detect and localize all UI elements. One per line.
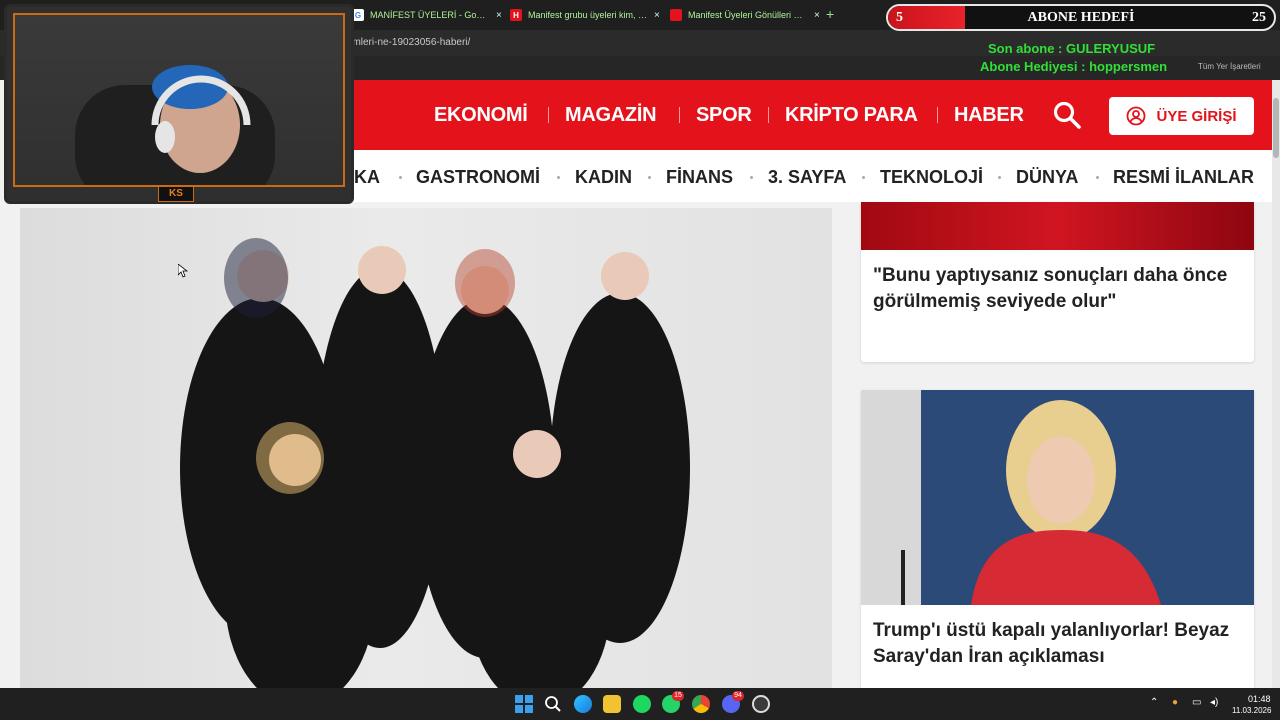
microphone-icon[interactable]: ● (1172, 697, 1178, 708)
webcam-feed (13, 13, 345, 201)
nav-dot-separator (862, 176, 865, 179)
group-photo-placeholder (180, 238, 690, 688)
user-icon (1127, 106, 1146, 126)
news-card-image[interactable] (861, 390, 1254, 605)
close-tab-icon[interactable]: × (654, 10, 660, 21)
new-tab-button[interactable]: + (826, 6, 834, 22)
news-card[interactable]: Trump'ı üstü kapalı yalanlıyorlar! Beyaz… (861, 390, 1254, 690)
nav-separator (768, 107, 769, 123)
whatsapp-badge: 15 (672, 691, 684, 701)
news-card[interactable]: "Bunu yaptıysanız sonuçları daha önce gö… (861, 202, 1254, 362)
search-icon[interactable] (1052, 100, 1082, 130)
nav-resmi-ilanlar[interactable]: RESMİ İLANLAR (1113, 167, 1254, 188)
nav-dot-separator (750, 176, 753, 179)
nav-separator (548, 107, 549, 123)
close-tab-icon[interactable]: × (496, 10, 502, 21)
nav-separator (679, 107, 680, 123)
close-tab-icon[interactable]: × (814, 10, 820, 21)
page-scrollbar[interactable] (1272, 80, 1280, 688)
nav-ekonomi[interactable]: EKONOMİ (434, 104, 528, 127)
nav-kadin[interactable]: KADIN (575, 167, 632, 188)
taskbar-clock-date[interactable]: 11.03.2026 (1232, 706, 1271, 715)
webcam-logo: KS (158, 186, 194, 202)
login-label: ÜYE GİRİŞİ (1156, 107, 1237, 125)
edge-icon[interactable] (574, 695, 592, 713)
mouse-cursor-icon (178, 264, 188, 278)
webcam-overlay (4, 4, 354, 204)
nav-gastronomi[interactable]: GASTRONOMİ (416, 167, 540, 188)
network-icon[interactable]: ▭ (1192, 697, 1201, 708)
nav-dot-separator (998, 176, 1001, 179)
site-favicon-icon (670, 9, 682, 21)
login-button[interactable]: ÜYE GİRİŞİ (1109, 97, 1254, 135)
news-card-title[interactable]: Trump'ı üstü kapalı yalanlıyorlar! Beyaz… (873, 618, 1243, 670)
tab-label: Manifest grubu üyeleri kim, isimleri ne (528, 10, 648, 20)
nav-dot-separator (399, 176, 402, 179)
last-subscriber-text: Son abone : GULERYUSUF (988, 41, 1156, 56)
press-photo-placeholder (861, 390, 1254, 605)
article-hero-image[interactable] (20, 208, 832, 688)
volume-icon[interactable]: ◂) (1210, 697, 1218, 708)
subscriber-goal-bar: 5 ABONE HEDEFİ 25 (886, 4, 1276, 31)
streamer-placeholder (75, 65, 275, 201)
nav-kripto-para[interactable]: KRİPTO PARA (785, 104, 918, 127)
taskbar-search-icon[interactable] (544, 695, 562, 713)
nav-partial-item[interactable]: KA (354, 167, 380, 188)
nav-teknoloji[interactable]: TEKNOLOJİ (880, 167, 983, 188)
url-text[interactable]: isimleri-ne-19023056-haberi/ (343, 37, 470, 48)
scrollbar-thumb[interactable] (1273, 98, 1279, 158)
subscriber-gift-text: Abone Hediyesi : hoppersmen (980, 59, 1168, 74)
haberturk-icon: H (510, 9, 522, 21)
nav-dot-separator (557, 176, 560, 179)
discord-badge: 94 (732, 691, 744, 701)
taskbar-clock-time[interactable]: 01:48 (1248, 694, 1271, 704)
news-card-image[interactable] (861, 202, 1254, 250)
nav-separator (937, 107, 938, 123)
obs-icon[interactable] (752, 695, 770, 713)
tray-chevron-up-icon[interactable]: ⌃ (1150, 697, 1158, 708)
nav-dot-separator (1096, 176, 1099, 179)
all-bookmarks-link[interactable]: Tüm Yer İşaretleri (1198, 62, 1261, 71)
browser-tab-active[interactable]: Manifest Üyeleri Gönülleri Fethetti × (662, 4, 828, 26)
nav-haber[interactable]: HABER (954, 104, 1024, 127)
spotify-icon[interactable] (633, 695, 651, 713)
tab-label: Manifest Üyeleri Gönülleri Fethetti (688, 10, 808, 20)
browser-tab-haberturk[interactable]: H Manifest grubu üyeleri kim, isimleri n… (502, 4, 668, 26)
goal-label: ABONE HEDEFİ (1027, 10, 1135, 25)
chrome-icon[interactable] (692, 695, 710, 713)
file-explorer-icon[interactable] (603, 695, 621, 713)
nav-finans[interactable]: FİNANS (666, 167, 733, 188)
browser-tab-google[interactable]: G MANİFEST ÜYELERİ - Google'da Ara × (344, 4, 510, 26)
nav-3-sayfa[interactable]: 3. SAYFA (768, 167, 846, 188)
nav-spor[interactable]: SPOR (696, 104, 752, 127)
news-card-title[interactable]: "Bunu yaptıysanız sonuçları daha önce gö… (873, 263, 1243, 315)
nav-dunya[interactable]: DÜNYA (1016, 167, 1078, 188)
goal-target-count: 25 (1252, 10, 1266, 25)
nav-magazin[interactable]: MAGAZİN (565, 104, 657, 127)
nav-dot-separator (648, 176, 651, 179)
windows-start-icon[interactable] (515, 695, 533, 713)
tab-label: MANİFEST ÜYELERİ - Google'da Ara (370, 10, 490, 20)
